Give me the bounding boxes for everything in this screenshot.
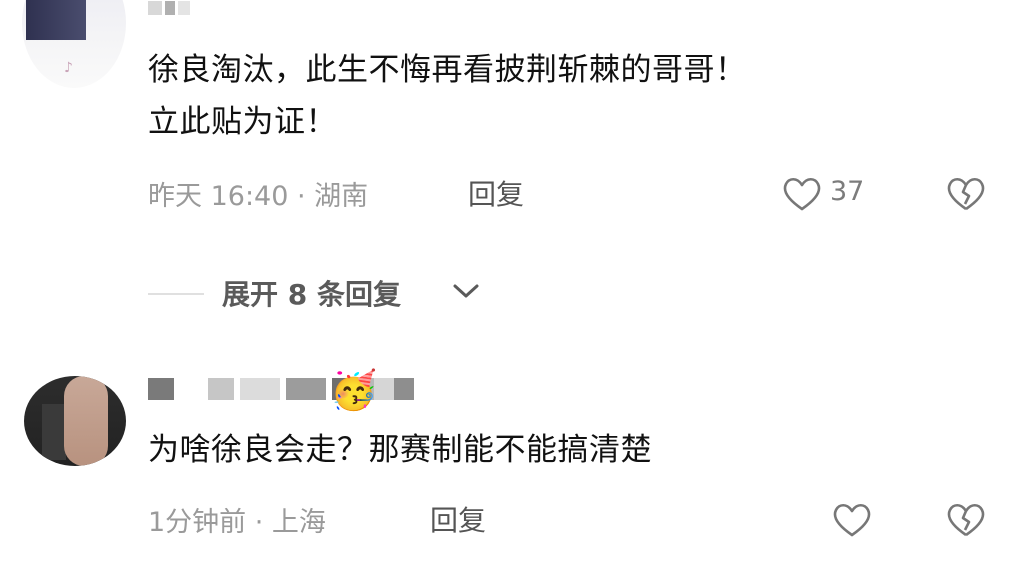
broken-heart-icon[interactable]	[946, 502, 986, 538]
comment-meta: 1分钟前 · 上海	[148, 507, 326, 538]
comment-line: 徐良淘汰，此生不悔再看披荆斩棘的哥哥！	[148, 52, 747, 88]
broken-heart-icon[interactable]	[946, 176, 986, 212]
avatar-photo-region	[42, 404, 66, 460]
avatar[interactable]: ♪	[22, 0, 126, 88]
chevron-down-icon[interactable]	[452, 282, 480, 300]
comment-text: 徐良淘汰，此生不悔再看披荆斩棘的哥哥！ 立此贴为证！	[148, 44, 747, 148]
comment-line: 立此贴为证！	[148, 104, 337, 140]
reply-button[interactable]: 回复	[430, 499, 486, 539]
avatar-photo-region	[64, 376, 108, 466]
username-blurred[interactable]	[148, 0, 218, 15]
heart-icon[interactable]	[832, 502, 872, 538]
heart-icon[interactable]	[782, 176, 822, 212]
avatar-blurred-region	[26, 0, 86, 40]
expand-divider	[148, 293, 204, 295]
like-count: 37	[830, 176, 865, 207]
comment-meta: 昨天 16:40 · 湖南	[148, 181, 369, 212]
avatar[interactable]	[24, 376, 126, 466]
comment-text: 为啥徐良会走？那赛制能不能搞清楚	[148, 432, 652, 468]
partying-face-emoji: 🥳	[330, 368, 378, 412]
reply-button[interactable]: 回复	[468, 173, 524, 213]
expand-replies-button[interactable]: 展开 8 条回复	[222, 273, 401, 313]
avatar-logo-icon: ♪	[64, 60, 73, 76]
